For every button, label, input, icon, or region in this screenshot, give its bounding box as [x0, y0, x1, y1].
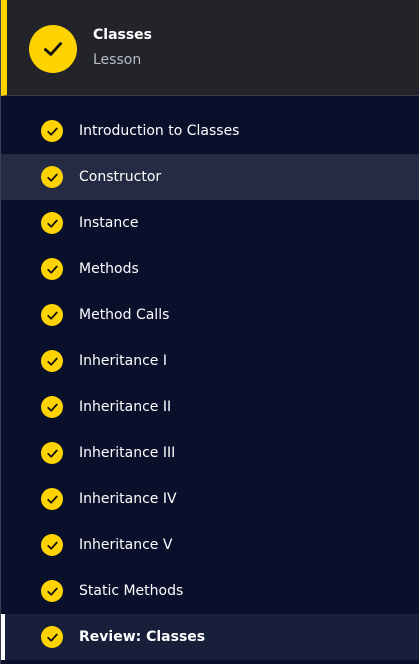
check-icon: [41, 534, 63, 556]
exercise-label: Inheritance II: [79, 399, 172, 415]
check-icon: [41, 442, 63, 464]
exercise-label: Constructor: [79, 169, 162, 185]
exercise-item[interactable]: Review: Classes: [1, 614, 419, 660]
exercise-item[interactable]: Inheritance I: [1, 338, 419, 384]
exercise-item[interactable]: Constructor: [1, 154, 419, 200]
check-icon: [41, 166, 63, 188]
exercise-label: Inheritance I: [79, 353, 167, 369]
exercise-label: Static Methods: [79, 583, 184, 599]
check-icon: [41, 396, 63, 418]
exercise-label: Review: Classes: [79, 629, 206, 645]
exercise-label: Inheritance IV: [79, 491, 177, 507]
exercise-label: Introduction to Classes: [79, 123, 240, 139]
lesson-title: Classes: [93, 27, 153, 43]
check-icon: [41, 580, 63, 602]
lesson-panel: Classes Lesson Introduction to Classes Co…: [0, 0, 419, 664]
check-icon: [41, 120, 63, 142]
exercise-item[interactable]: Static Methods: [1, 568, 419, 614]
exercise-item[interactable]: Inheritance IV: [1, 476, 419, 522]
exercise-list: Introduction to Classes Constructor Instan…: [1, 108, 419, 660]
lesson-subtitle: Lesson: [93, 52, 142, 68]
check-icon: [41, 212, 63, 234]
exercise-item[interactable]: Instance: [1, 200, 419, 246]
check-icon: [41, 626, 63, 648]
check-icon: [41, 488, 63, 510]
check-icon: [29, 25, 77, 73]
exercise-item[interactable]: Inheritance II: [1, 384, 419, 430]
lesson-header[interactable]: Classes Lesson: [1, 0, 419, 96]
exercise-label: Inheritance V: [79, 537, 173, 553]
exercise-label: Methods: [79, 261, 139, 277]
check-icon: [41, 304, 63, 326]
exercise-item[interactable]: Inheritance V: [1, 522, 419, 568]
exercise-label: Method Calls: [79, 307, 170, 323]
exercise-item[interactable]: Method Calls: [1, 292, 419, 338]
exercise-item[interactable]: Inheritance III: [1, 430, 419, 476]
check-icon: [41, 258, 63, 280]
exercise-item[interactable]: Methods: [1, 246, 419, 292]
check-icon: [41, 350, 63, 372]
exercise-label: Inheritance III: [79, 445, 176, 461]
exercise-item[interactable]: Introduction to Classes: [1, 108, 419, 154]
exercise-label: Instance: [79, 215, 139, 231]
